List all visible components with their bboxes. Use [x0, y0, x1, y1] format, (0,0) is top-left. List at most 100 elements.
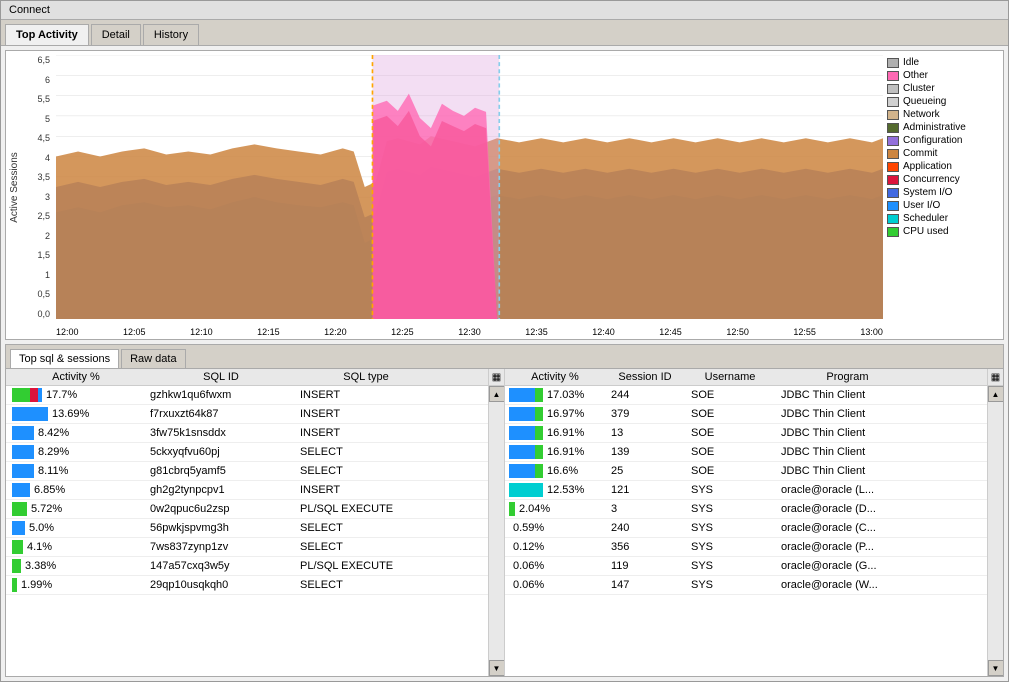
activity-cell: 17.03%	[505, 386, 605, 404]
session-body-container: 17.03% 244 SOE JDBC Thin Client	[505, 386, 1003, 676]
table-row: 8.42% 3fw75k1snsddx INSERT	[6, 424, 488, 443]
sql-filter-icon[interactable]: ▦	[488, 369, 504, 386]
window-title: Connect	[9, 4, 50, 16]
username-cell: SYS	[685, 501, 775, 517]
tab-top-activity[interactable]: Top Activity	[5, 24, 89, 45]
scroll-down-btn[interactable]: ▼	[489, 660, 505, 676]
session-id-cell: 121	[605, 482, 685, 498]
sql-type-cell: SELECT	[296, 444, 426, 460]
table-row: 1.99% 29qp10usqkqh0 SELECT	[6, 576, 488, 595]
mini-bars	[509, 407, 543, 421]
tab-raw-data[interactable]: Raw data	[121, 349, 185, 368]
mini-bars	[509, 483, 543, 497]
main-tabs: Top Activity Detail History	[1, 20, 1008, 46]
scroll-up-btn[interactable]: ▲	[988, 386, 1004, 402]
session-table-body: 17.03% 244 SOE JDBC Thin Client	[505, 386, 987, 676]
table-row: 13.69% f7rxuxzt64k87 INSERT	[6, 405, 488, 424]
tab-top-sql-sessions[interactable]: Top sql & sessions	[10, 349, 119, 368]
sql-type-cell: SELECT	[296, 577, 426, 593]
bar-userio	[509, 464, 535, 478]
scroll-down-btn[interactable]: ▼	[988, 660, 1004, 676]
mini-bars	[12, 407, 48, 421]
activity-cell: 0.12%	[505, 538, 605, 556]
session-id-cell: 379	[605, 406, 685, 422]
table-row: 16.91% 139 SOE JDBC Thin Client	[505, 443, 987, 462]
bar-cpu	[12, 559, 21, 573]
table-row: 0.06% 119 SYS oracle@oracle (G...	[505, 557, 987, 576]
session-id-cell: 13	[605, 425, 685, 441]
session-table-header-row: Activity % Session ID Username Program ▦	[505, 369, 1003, 386]
sql-id-cell: 56pwkjspvmg3h	[146, 520, 296, 536]
ses-col-program: Program	[775, 369, 920, 385]
tab-detail[interactable]: Detail	[91, 24, 141, 45]
program-cell: JDBC Thin Client	[775, 387, 905, 403]
legend-color-application	[887, 162, 899, 172]
bar-userio	[12, 483, 30, 497]
sql-type-cell: PL/SQL EXECUTE	[296, 558, 426, 574]
sql-type-cell: SELECT	[296, 539, 426, 555]
session-filter-icon[interactable]: ▦	[987, 369, 1003, 386]
session-id-cell: 3	[605, 501, 685, 517]
mini-bars	[12, 521, 25, 535]
chart-svg-container	[56, 55, 883, 319]
chart-area: Active Sessions 6,5 6 5,5 5 4,5 4 3,5 3 …	[5, 50, 1004, 340]
program-cell: oracle@oracle (C...	[775, 520, 905, 536]
mini-bars	[509, 502, 515, 516]
bar-cpu	[12, 502, 27, 516]
activity-cell: 6.85%	[6, 481, 146, 499]
program-cell: JDBC Thin Client	[775, 444, 905, 460]
program-cell: JDBC Thin Client	[775, 425, 905, 441]
chart-legend: Idle Other Cluster Queueing Network Admi…	[883, 51, 1003, 339]
bar-userio	[509, 426, 535, 440]
mini-bars	[12, 483, 30, 497]
activity-cell: 8.29%	[6, 443, 146, 461]
legend-color-other	[887, 71, 899, 81]
tab-history[interactable]: History	[143, 24, 199, 45]
program-cell: oracle@oracle (L...	[775, 482, 905, 498]
sql-id-cell: 29qp10usqkqh0	[146, 577, 296, 593]
scroll-up-btn[interactable]: ▲	[489, 386, 505, 402]
legend-item-network: Network	[887, 109, 999, 120]
scroll-track[interactable]	[988, 402, 1003, 660]
mini-bars	[12, 388, 42, 402]
sql-id-cell: 0w2qpuc6u2zsp	[146, 501, 296, 517]
username-cell: SYS	[685, 539, 775, 555]
bar-cpu	[535, 407, 543, 421]
session-id-cell: 119	[605, 558, 685, 574]
activity-cell: 0.06%	[505, 576, 605, 594]
sql-type-cell: INSERT	[296, 425, 426, 441]
legend-color-userio	[887, 201, 899, 211]
scroll-track[interactable]	[489, 402, 504, 660]
session-scrollbar[interactable]: ▲ ▼	[987, 386, 1003, 676]
legend-color-concurrency	[887, 175, 899, 185]
bar-cpu	[509, 502, 515, 516]
sql-scrollbar[interactable]: ▲ ▼	[488, 386, 504, 676]
legend-item-cpu: CPU used	[887, 226, 999, 237]
username-cell: SYS	[685, 558, 775, 574]
session-table-panel: Activity % Session ID Username Program ▦	[505, 369, 1003, 676]
table-row: 16.6% 25 SOE JDBC Thin Client	[505, 462, 987, 481]
other-area-selected	[372, 94, 497, 319]
table-row: 16.97% 379 SOE JDBC Thin Client	[505, 405, 987, 424]
session-id-cell: 356	[605, 539, 685, 555]
sql-id-cell: 3fw75k1snsddx	[146, 425, 296, 441]
bar-userio	[12, 464, 34, 478]
activity-cell: 16.97%	[505, 405, 605, 423]
table-row: 3.38% 147a57cxq3w5y PL/SQL EXECUTE	[6, 557, 488, 576]
sql-id-cell: 147a57cxq3w5y	[146, 558, 296, 574]
sql-id-cell: 7ws837zynp1zv	[146, 539, 296, 555]
chart-svg	[56, 55, 883, 319]
legend-item-scheduler: Scheduler	[887, 213, 999, 224]
activity-cell: 8.11%	[6, 462, 146, 480]
sql-table-panel: Activity % SQL ID SQL type ▦	[6, 369, 505, 676]
sql-id-cell: g81cbrq5yamf5	[146, 463, 296, 479]
ses-col-activity: Activity %	[505, 369, 605, 385]
table-row: 0.12% 356 SYS oracle@oracle (P...	[505, 538, 987, 557]
main-window: Connect Top Activity Detail History Acti…	[0, 0, 1009, 682]
sql-id-cell: gzhkw1qu6fwxm	[146, 387, 296, 403]
program-cell: oracle@oracle (G...	[775, 558, 905, 574]
username-cell: SYS	[685, 520, 775, 536]
bar-cpu	[535, 445, 543, 459]
username-cell: SOE	[685, 463, 775, 479]
bar-userio	[38, 388, 42, 402]
